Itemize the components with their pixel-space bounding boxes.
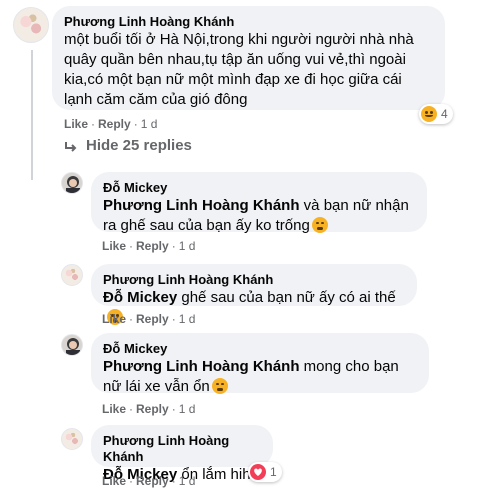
comment-author[interactable]: Phương Linh Hoàng Khánh [64,14,433,30]
avatar[interactable] [61,264,83,286]
mention-link[interactable]: Phương Linh Hoàng Khánh [103,358,300,375]
avatar[interactable] [61,428,83,450]
reaction-count: 1 [270,465,277,479]
reply-text: ghế sau của bạn nữ ấy có ai thế [177,289,396,306]
like-button[interactable]: Like [102,239,126,253]
timestamp[interactable]: 1 d [179,312,196,326]
reaction-summary[interactable]: 1 [248,462,282,482]
reply-bubble: Đỗ Mickey Phương Linh Hoàng Khánh mong c… [91,333,429,395]
like-button[interactable]: Like [102,474,126,488]
reply-actions: Like · Reply · 1 d [102,312,196,326]
reply-button[interactable]: Reply [136,402,169,416]
like-button[interactable]: Like [102,312,126,326]
comment-text: một buổi tối ở Hà Nội,trong khi người ng… [64,31,414,108]
love-reaction-icon [250,464,266,480]
reply-bubble: Phương Linh Hoàng Khánh Đỗ Mickey ghế sa… [91,264,417,325]
like-button[interactable]: Like [64,117,88,131]
timestamp[interactable]: 1 d [141,117,158,131]
reply-author[interactable]: Đỗ Mickey [103,341,417,357]
timestamp[interactable]: 1 d [179,402,196,416]
reply-bubble: Phương Linh Hoàng Khánh Đỗ Mickey ổn lắm… [91,425,273,483]
hide-replies-button[interactable]: Hide 25 replies [64,137,192,154]
reply-bubble: Đỗ Mickey Phương Linh Hoàng Khánh và bạn… [91,172,427,234]
reply-author[interactable]: Đỗ Mickey [103,180,415,196]
sad-reaction-icon [421,106,437,122]
hide-replies-arrow-icon [65,141,77,152]
timestamp[interactable]: 1 d [179,474,196,488]
avatar[interactable] [61,172,83,194]
reaction-summary[interactable]: 4 [419,104,453,124]
avatar[interactable] [61,334,83,356]
like-button[interactable]: Like [102,402,126,416]
grin-emoji-icon [211,378,228,394]
reply-author[interactable]: Phương Linh Hoàng Khánh [103,272,405,288]
avatar[interactable] [13,7,49,43]
reply-author[interactable]: Phương Linh Hoàng Khánh [103,433,261,465]
hide-replies-label: Hide 25 replies [86,137,192,154]
reply-actions: Like · Reply · 1 d [102,402,196,416]
reply-button[interactable]: Reply [98,117,131,131]
reply-actions: Like · Reply · 1 d [102,239,196,253]
mention-link[interactable]: Phương Linh Hoàng Khánh [103,197,300,214]
reply-button[interactable]: Reply [136,239,169,253]
reply-actions: Like · Reply · 1 d [102,474,196,488]
comment-actions: Like · Reply · 1 d [64,117,158,131]
reply-button[interactable]: Reply [136,312,169,326]
timestamp[interactable]: 1 d [179,239,196,253]
mention-link[interactable]: Đỗ Mickey [103,289,177,306]
grin-emoji-icon [311,217,328,233]
reaction-count: 4 [441,107,448,121]
thread-line [31,50,33,180]
comment-bubble: Phương Linh Hoàng Khánh một buổi tối ở H… [52,6,445,110]
reply-button[interactable]: Reply [136,474,169,488]
